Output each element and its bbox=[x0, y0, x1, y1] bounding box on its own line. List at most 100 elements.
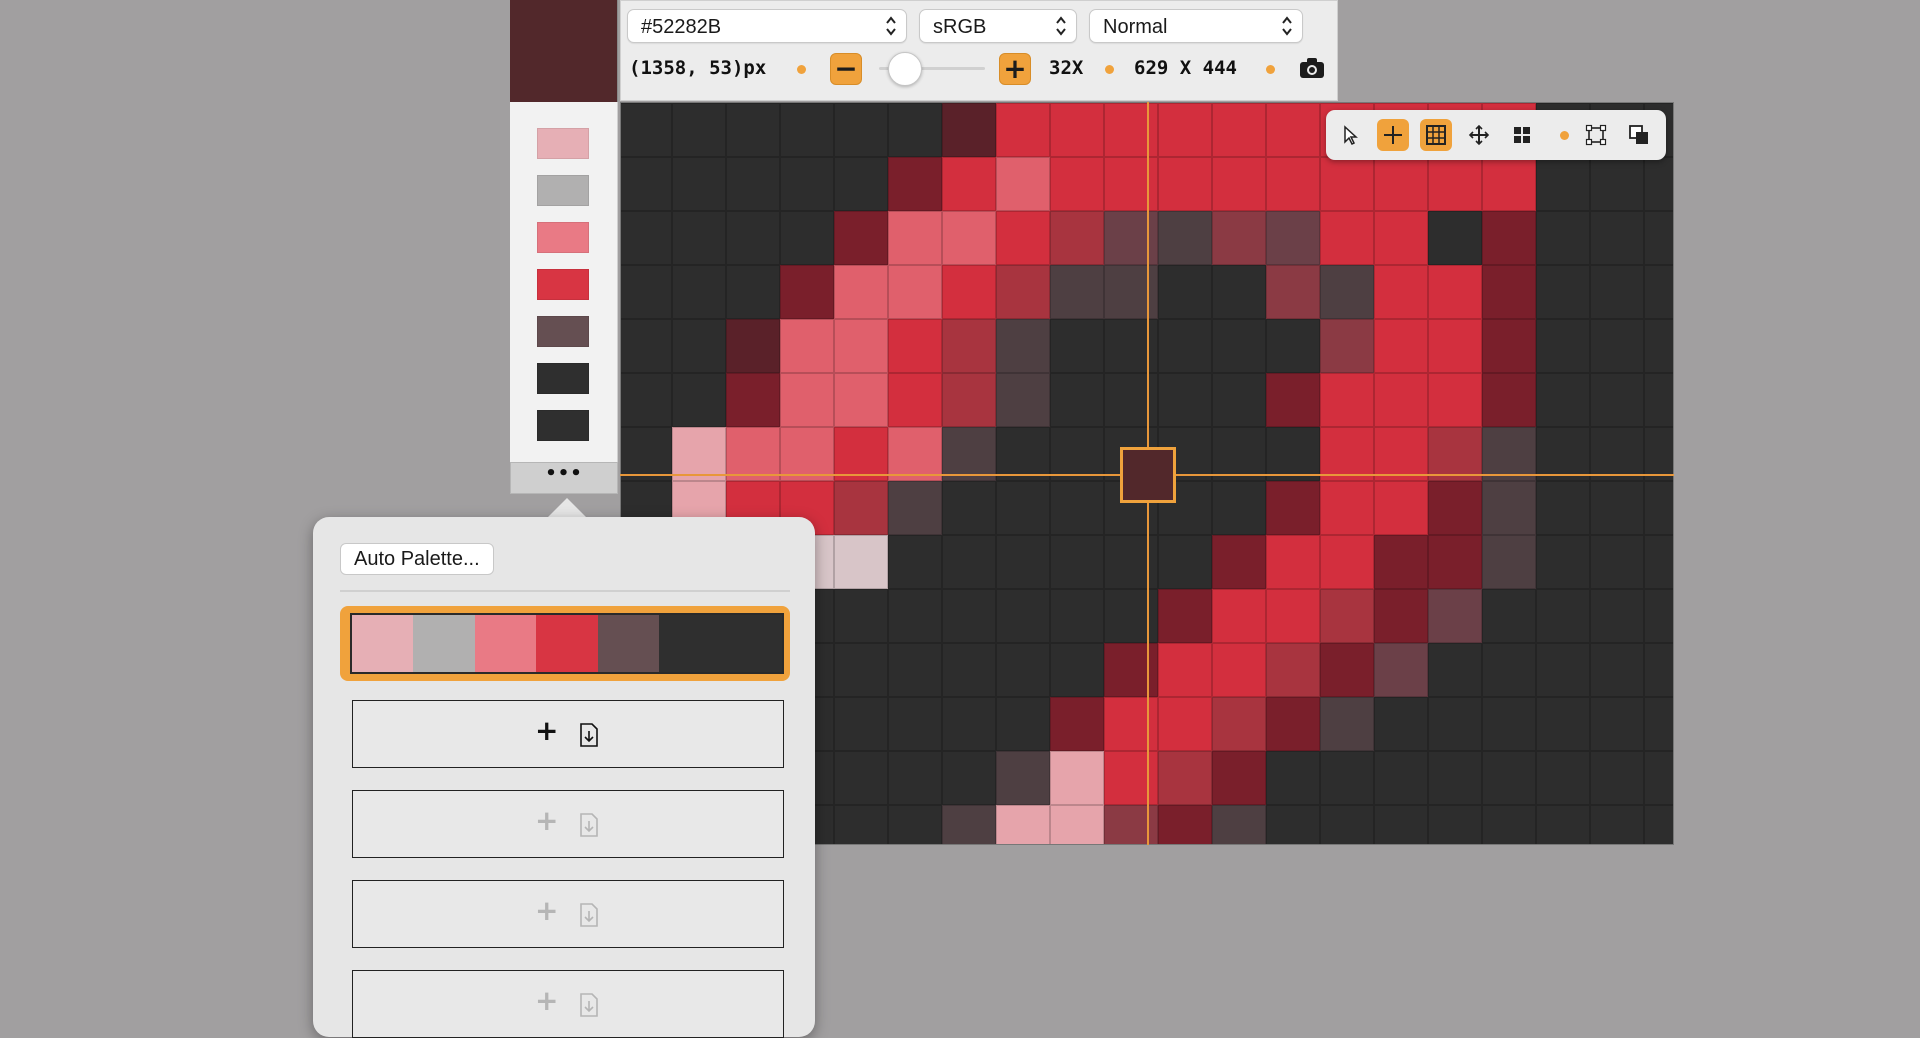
pixel-cell bbox=[1374, 805, 1428, 844]
pixel-cell bbox=[1428, 535, 1482, 589]
pixel-cell bbox=[942, 427, 996, 481]
pixel-cell bbox=[942, 481, 996, 535]
palette-slot[interactable]: + bbox=[352, 880, 784, 948]
current-color-preview[interactable] bbox=[510, 0, 618, 102]
color-swatch[interactable] bbox=[537, 316, 589, 347]
pixel-cell bbox=[1212, 427, 1266, 481]
add-palette-icon[interactable]: + bbox=[535, 714, 558, 748]
pixel-cell bbox=[1428, 643, 1482, 697]
pixel-cell bbox=[1050, 805, 1104, 844]
palette-color bbox=[474, 615, 537, 672]
pixel-cell bbox=[1104, 751, 1158, 805]
crosshair-icon[interactable] bbox=[1377, 119, 1409, 151]
pixel-cell bbox=[1266, 697, 1320, 751]
import-document-icon[interactable] bbox=[578, 722, 600, 748]
pixel-cell bbox=[1482, 427, 1536, 481]
color-swatch[interactable] bbox=[537, 363, 589, 394]
pixel-cell bbox=[834, 319, 888, 373]
palette-slot[interactable]: + bbox=[352, 970, 784, 1038]
pixel-cell bbox=[1428, 373, 1482, 427]
pixel-cell bbox=[1536, 427, 1590, 481]
pixel-cell bbox=[1644, 697, 1673, 751]
pixel-cell bbox=[1266, 805, 1320, 844]
pixel-cell bbox=[1158, 805, 1212, 844]
pixel-cell bbox=[780, 427, 834, 481]
pixel-cell bbox=[834, 751, 888, 805]
pixel-cell bbox=[1374, 481, 1428, 535]
color-swatch[interactable] bbox=[537, 175, 589, 206]
pixel-cell bbox=[1482, 643, 1536, 697]
pixel-cell bbox=[1374, 751, 1428, 805]
pixel-cell bbox=[1212, 211, 1266, 265]
pixel-cell bbox=[996, 589, 1050, 643]
add-palette-icon[interactable]: + bbox=[535, 804, 558, 838]
pixel-cell bbox=[780, 103, 834, 157]
import-document-icon[interactable] bbox=[578, 812, 600, 838]
auto-palette-button[interactable]: Auto Palette... bbox=[340, 543, 494, 575]
more-swatches-button[interactable]: ••• bbox=[510, 462, 618, 494]
pixel-cell bbox=[1212, 265, 1266, 319]
pixel-cell bbox=[996, 319, 1050, 373]
pixel-cell bbox=[1320, 697, 1374, 751]
palette-slot[interactable]: + bbox=[352, 790, 784, 858]
overlap-squares-icon[interactable] bbox=[1623, 119, 1655, 151]
pixel-cell bbox=[1590, 157, 1644, 211]
pixel-cell bbox=[1644, 157, 1673, 211]
pixel-cell bbox=[1104, 373, 1158, 427]
color-swatch[interactable] bbox=[537, 128, 589, 159]
pixel-cell bbox=[1590, 373, 1644, 427]
pixel-cell bbox=[1482, 373, 1536, 427]
palette-slot[interactable]: + bbox=[352, 700, 784, 768]
chevron-updown-icon bbox=[1054, 15, 1068, 37]
pixel-cell bbox=[996, 211, 1050, 265]
pixel-cell bbox=[672, 103, 726, 157]
pixel-cell bbox=[726, 319, 780, 373]
pixel-cell bbox=[1644, 805, 1673, 844]
add-palette-icon[interactable]: + bbox=[535, 894, 558, 928]
pixel-cell bbox=[1266, 643, 1320, 697]
pixel-cell bbox=[726, 157, 780, 211]
import-document-icon[interactable] bbox=[578, 902, 600, 928]
pixel-cell bbox=[996, 481, 1050, 535]
pixel-cell bbox=[1212, 373, 1266, 427]
bounding-box-icon[interactable] bbox=[1580, 119, 1612, 151]
pixel-cell bbox=[1482, 751, 1536, 805]
quad-grid-icon[interactable] bbox=[1506, 119, 1538, 151]
pixel-cell bbox=[726, 427, 780, 481]
pixel-cell bbox=[888, 211, 942, 265]
color-swatch[interactable] bbox=[537, 410, 589, 441]
pixel-cell bbox=[1644, 319, 1673, 373]
pixel-cell bbox=[834, 211, 888, 265]
pixel-cell bbox=[834, 427, 888, 481]
add-palette-icon[interactable]: + bbox=[535, 984, 558, 1018]
zoom-out-button[interactable]: − bbox=[830, 53, 862, 85]
pixel-cell bbox=[888, 643, 942, 697]
pixel-cell bbox=[1320, 319, 1374, 373]
hex-value-field[interactable]: #52282B bbox=[627, 9, 907, 43]
zoom-slider-thumb[interactable] bbox=[887, 52, 922, 86]
grid-icon[interactable] bbox=[1420, 119, 1452, 151]
pixel-cell bbox=[1374, 643, 1428, 697]
arrow-pointer-icon[interactable] bbox=[1334, 119, 1366, 151]
color-swatch[interactable] bbox=[537, 222, 589, 253]
pixel-cell bbox=[1536, 373, 1590, 427]
pixel-cell bbox=[780, 157, 834, 211]
pixel-cell bbox=[834, 535, 888, 589]
color-space-select[interactable]: sRGB bbox=[919, 9, 1077, 43]
blend-mode-select[interactable]: Normal bbox=[1089, 9, 1303, 43]
pixel-cell bbox=[942, 319, 996, 373]
zoom-in-button[interactable]: + bbox=[999, 53, 1031, 85]
camera-icon[interactable] bbox=[1299, 57, 1325, 79]
pixel-cell bbox=[996, 373, 1050, 427]
import-document-icon[interactable] bbox=[578, 992, 600, 1018]
pixel-cell bbox=[942, 211, 996, 265]
palette-slot-selected[interactable] bbox=[340, 606, 790, 681]
pixel-cell bbox=[1644, 211, 1673, 265]
move-arrows-icon[interactable] bbox=[1463, 119, 1495, 151]
pixel-cell bbox=[780, 319, 834, 373]
pixel-cell bbox=[621, 319, 672, 373]
pixel-cell bbox=[1536, 265, 1590, 319]
color-swatch[interactable] bbox=[537, 269, 589, 300]
pixel-cell bbox=[1212, 535, 1266, 589]
pixel-cell bbox=[1374, 157, 1428, 211]
